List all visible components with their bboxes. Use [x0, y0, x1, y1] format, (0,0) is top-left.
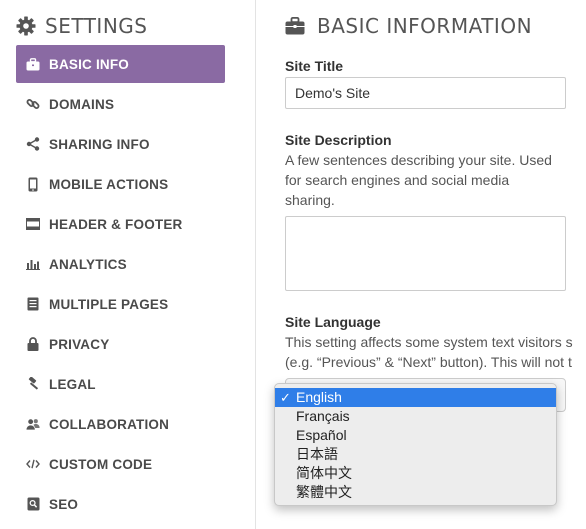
share-icon	[26, 137, 40, 151]
sidebar-item-label: SEO	[49, 496, 79, 512]
sidebar-item-multiple-pages[interactable]: MULTIPLE PAGES	[16, 285, 225, 323]
language-option-traditional-chinese[interactable]: 繁體中文	[275, 483, 556, 502]
option-label: 日本語	[296, 446, 338, 462]
seo-search-icon	[26, 497, 40, 511]
language-option-japanese[interactable]: 日本語	[275, 445, 556, 464]
language-option-espanol[interactable]: Español	[275, 426, 556, 445]
sidebar-item-label: CUSTOM CODE	[49, 456, 153, 472]
sidebar-item-privacy[interactable]: PRIVACY	[16, 325, 225, 363]
sidebar-item-label: COLLABORATION	[49, 416, 170, 432]
sidebar-item-seo[interactable]: SEO	[16, 485, 225, 523]
site-title-label: Site Title	[285, 58, 344, 74]
language-option-francais[interactable]: Français	[275, 407, 556, 426]
option-label: 繁體中文	[296, 484, 352, 500]
site-language-help: This setting affects some system text vi…	[285, 332, 573, 372]
sidebar-item-domains[interactable]: DOMAINS	[16, 85, 225, 123]
option-label: Français	[296, 408, 350, 424]
gavel-icon	[26, 377, 40, 391]
sidebar-item-label: HEADER & FOOTER	[49, 216, 183, 232]
sidebar-item-label: MOBILE ACTIONS	[49, 176, 169, 192]
option-label: 简体中文	[296, 465, 352, 481]
page-title: BASIC INFORMATION	[317, 14, 533, 38]
sidebar-item-analytics[interactable]: ANALYTICS	[16, 245, 225, 283]
gear-icon	[16, 16, 36, 36]
lock-icon	[26, 337, 40, 351]
language-option-simplified-chinese[interactable]: 简体中文	[275, 464, 556, 483]
sidebar-title: SETTINGS	[45, 14, 148, 38]
sidebar-item-label: PRIVACY	[49, 336, 110, 352]
section-header: BASIC INFORMATION	[285, 13, 532, 39]
language-option-english[interactable]: ✓ English	[275, 388, 556, 407]
checkmark-icon: ✓	[280, 390, 291, 405]
users-icon	[26, 417, 40, 431]
site-language-label: Site Language	[285, 314, 381, 330]
code-icon	[26, 457, 40, 471]
briefcase-icon	[285, 17, 305, 35]
help-line: (e.g. “Previous” & “Next” button). This …	[285, 354, 572, 370]
sidebar-item-custom-code[interactable]: CUSTOM CODE	[16, 445, 225, 483]
site-description-textarea[interactable]	[285, 216, 566, 291]
sidebar-item-basic-info[interactable]: BASIC INFO	[16, 45, 225, 83]
sidebar-item-mobile-actions[interactable]: MOBILE ACTIONS	[16, 165, 225, 203]
sidebar-item-label: MULTIPLE PAGES	[49, 296, 169, 312]
language-dropdown-menu: ✓ English Français Español 日本語 简体中文 繁體中文	[274, 383, 557, 506]
briefcase-icon	[26, 57, 40, 71]
sidebar-item-label: LEGAL	[49, 376, 96, 392]
sidebar-item-collaboration[interactable]: COLLABORATION	[16, 405, 225, 443]
sidebar-item-label: SHARING INFO	[49, 136, 150, 152]
site-title-input[interactable]: Demo's Site	[285, 77, 566, 109]
settings-page: SETTINGS BASIC INFO DOMAINS SHARING INFO	[0, 0, 586, 529]
bar-chart-icon	[26, 257, 40, 271]
sidebar-header: SETTINGS	[16, 13, 147, 39]
help-line: sharing.	[285, 192, 335, 208]
header-footer-icon	[26, 217, 40, 231]
sidebar-nav: BASIC INFO DOMAINS SHARING INFO MOBILE A…	[16, 45, 225, 525]
mobile-icon	[26, 177, 40, 191]
link-icon	[26, 97, 40, 111]
help-line: This setting affects some system text vi…	[285, 334, 573, 350]
sidebar-item-legal[interactable]: LEGAL	[16, 365, 225, 403]
help-line: A few sentences describing your site. Us…	[285, 152, 552, 168]
sidebar-item-header-footer[interactable]: HEADER & FOOTER	[16, 205, 225, 243]
option-label: English	[296, 389, 342, 405]
sidebar-item-sharing-info[interactable]: SHARING INFO	[16, 125, 225, 163]
sidebar-item-label: BASIC INFO	[49, 56, 130, 72]
sidebar: SETTINGS BASIC INFO DOMAINS SHARING INFO	[0, 0, 256, 529]
sidebar-item-label: ANALYTICS	[49, 256, 127, 272]
site-description-help: A few sentences describing your site. Us…	[285, 150, 552, 210]
site-description-label: Site Description	[285, 132, 392, 148]
help-line: for search engines and social media	[285, 172, 510, 188]
option-label: Español	[296, 427, 347, 443]
sidebar-item-label: DOMAINS	[49, 96, 115, 112]
pages-icon	[26, 297, 40, 311]
